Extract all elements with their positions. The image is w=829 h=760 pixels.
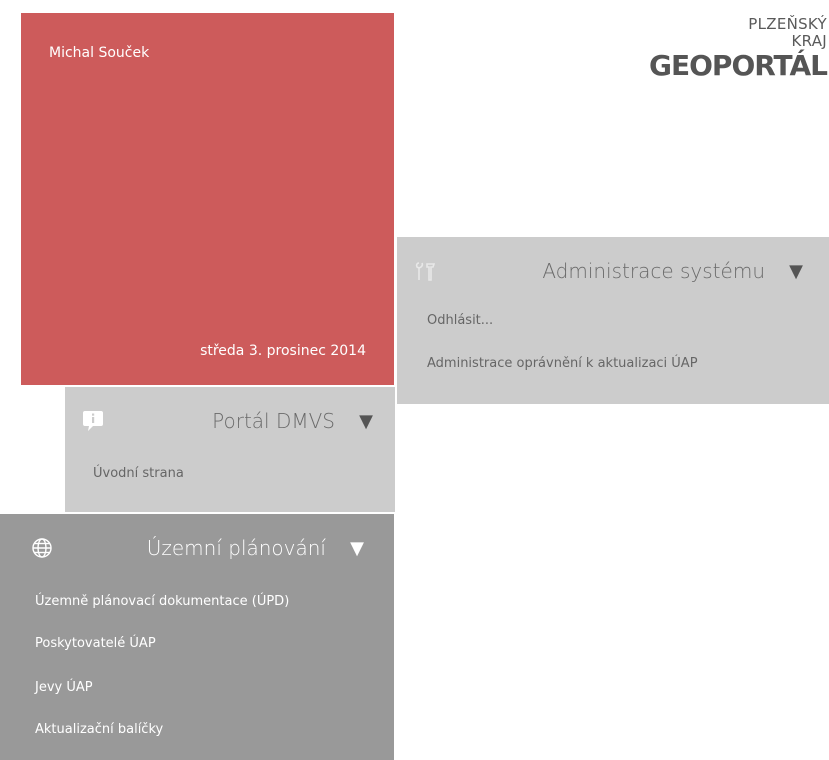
chevron-down-icon[interactable]: ▼: [346, 538, 368, 559]
logout-link[interactable]: Odhlásit...: [427, 313, 493, 328]
planning-panel-title: Územní plánování: [146, 536, 326, 560]
user-tile: Michal Souček středa 3. prosinec 2014: [21, 13, 394, 385]
info-icon: [81, 409, 105, 433]
portal-panel: Portál DMVS ▼ Úvodní strana: [65, 387, 395, 512]
planning-panel-header[interactable]: Územní plánování ▼: [0, 534, 394, 562]
brand-title: GEOPORTÁL: [649, 49, 828, 82]
admin-panel: Administrace systému ▼ Odhlásit... Admin…: [397, 237, 829, 404]
update-packages-link[interactable]: Aktualizační balíčky: [35, 722, 163, 737]
uap-phenomena-link[interactable]: Jevy ÚAP: [35, 680, 93, 695]
admin-uap-permissions-link[interactable]: Administrace oprávnění k aktualizaci ÚAP: [427, 356, 698, 371]
brand-line-region: PLZEŇSKÝ: [748, 15, 827, 33]
page: PLZEŇSKÝ KRAJ GEOPORTÁL Michal Souček st…: [0, 0, 829, 760]
admin-panel-title: Administrace systému: [542, 259, 765, 283]
current-date: středa 3. prosinec 2014: [200, 343, 366, 359]
brand-logo[interactable]: PLZEŇSKÝ KRAJ GEOPORTÁL: [649, 15, 828, 82]
admin-panel-header[interactable]: Administrace systému ▼: [397, 257, 829, 285]
portal-panel-header[interactable]: Portál DMVS ▼: [65, 407, 395, 435]
planning-panel: Územní plánování ▼ Územně plánovací doku…: [0, 514, 394, 760]
uap-providers-link[interactable]: Poskytovatelé ÚAP: [35, 636, 156, 651]
globe-icon: [30, 536, 54, 560]
chevron-down-icon[interactable]: ▼: [355, 411, 377, 432]
portal-panel-title: Portál DMVS: [212, 409, 335, 433]
upd-link[interactable]: Územně plánovací dokumentace (ÚPD): [35, 594, 289, 609]
chevron-down-icon[interactable]: ▼: [785, 261, 807, 282]
brand-line-kraj: KRAJ: [791, 32, 827, 50]
home-page-link[interactable]: Úvodní strana: [93, 466, 184, 481]
tools-icon: [413, 259, 437, 283]
user-name: Michal Souček: [49, 45, 150, 61]
